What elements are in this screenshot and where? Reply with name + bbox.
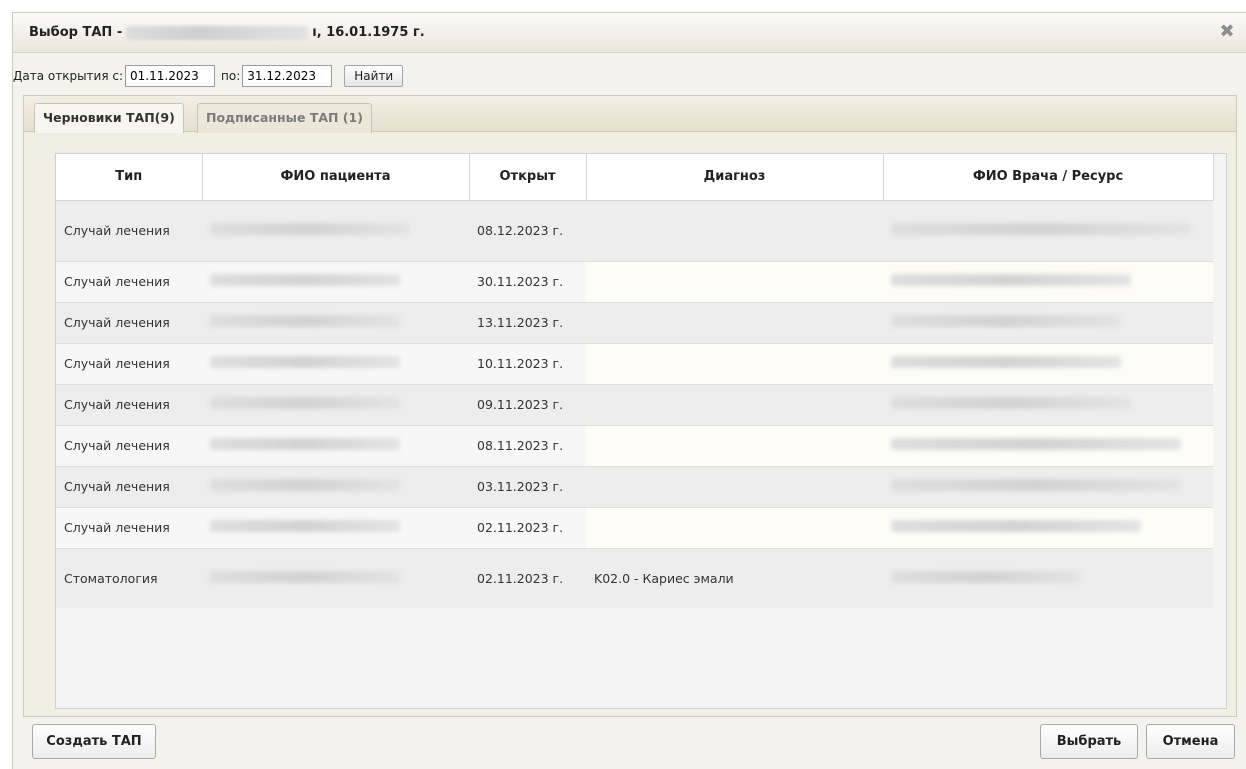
dialog-footer: Создать ТАП Выбрать Отмена [13, 713, 1246, 769]
cell-diagnosis: K02.0 - Кариес эмали [586, 547, 883, 608]
cell-patient-redacted [202, 547, 469, 608]
cell-opened: 08.12.2023 г. [469, 199, 586, 261]
table-row[interactable]: Случай лечения 30.11.2023 г. [56, 260, 1213, 302]
table-row[interactable]: Случай лечения 02.11.2023 г. [56, 506, 1213, 548]
cell-doctor-redacted [883, 301, 1213, 343]
cell-diagnosis [586, 199, 883, 261]
cell-patient-redacted [202, 424, 469, 466]
date-from-label: Дата открытия с: [13, 69, 124, 83]
cell-opened: 02.11.2023 г. [469, 547, 586, 608]
select-button[interactable]: Выбрать [1040, 724, 1138, 759]
cell-type: Случай лечения [56, 465, 202, 507]
table-row[interactable]: Случай лечения 09.11.2023 г. [56, 383, 1213, 425]
tab-drafts[interactable]: Черновики ТАП(9) [34, 103, 184, 133]
dialog-title: Выбор ТАП - ı, 16.01.1975 г. [29, 25, 425, 40]
close-icon[interactable]: ✖ [1218, 23, 1236, 41]
cell-doctor-redacted [883, 465, 1213, 507]
cell-doctor-redacted [883, 506, 1213, 548]
table-header-row: Тип ФИО пациента Открыт Диагноз ФИО Врач… [56, 154, 1214, 201]
table-row[interactable]: Случай лечения 10.11.2023 г. [56, 342, 1213, 384]
cell-opened: 30.11.2023 г. [469, 260, 586, 302]
table-row[interactable]: Случай лечения 03.11.2023 г. [56, 465, 1213, 507]
cell-diagnosis [586, 424, 883, 466]
table-row[interactable]: Стоматология 02.11.2023 г. K02.0 - Карие… [56, 547, 1213, 608]
cell-type: Случай лечения [56, 506, 202, 548]
dialog-title-bar: Выбор ТАП - ı, 16.01.1975 г. ✖ [13, 13, 1246, 53]
tab-strip: Черновики ТАП(9) Подписанные ТАП (1) [24, 96, 1236, 133]
date-filter-row: Дата открытия с: по: Найти [13, 64, 404, 88]
date-to-label: по: [221, 69, 241, 83]
cell-patient-redacted [202, 301, 469, 343]
cell-opened: 03.11.2023 г. [469, 465, 586, 507]
cell-patient-redacted [202, 465, 469, 507]
cell-opened: 10.11.2023 г. [469, 342, 586, 384]
redacted-patient-name [126, 25, 309, 40]
cell-doctor-redacted [883, 424, 1213, 466]
cell-diagnosis [586, 301, 883, 343]
column-header-doctor[interactable]: ФИО Врача / Ресурс [883, 154, 1214, 201]
cell-patient-redacted [202, 383, 469, 425]
cell-diagnosis [586, 383, 883, 425]
tab-panel: Черновики ТАП(9) Подписанные ТАП (1) Тип… [23, 95, 1237, 717]
table-row[interactable]: Случай лечения 08.11.2023 г. [56, 424, 1213, 466]
cell-diagnosis [586, 465, 883, 507]
cell-doctor-redacted [883, 199, 1213, 261]
table-row[interactable]: Случай лечения 13.11.2023 г. [56, 301, 1213, 343]
date-to-input[interactable] [242, 65, 333, 87]
cell-diagnosis [586, 506, 883, 548]
cell-patient-redacted [202, 260, 469, 302]
cell-doctor-redacted [883, 383, 1213, 425]
column-header-diagnosis[interactable]: Диагноз [586, 154, 884, 201]
cell-type: Стоматология [56, 547, 202, 608]
find-button[interactable]: Найти [344, 65, 404, 87]
column-header-type[interactable]: Тип [56, 154, 203, 201]
cell-opened: 08.11.2023 г. [469, 424, 586, 466]
cell-patient-redacted [202, 342, 469, 384]
tap-table: Тип ФИО пациента Открыт Диагноз ФИО Врач… [56, 154, 1214, 608]
date-from-input[interactable] [125, 65, 216, 87]
cell-patient-redacted [202, 199, 469, 261]
cell-type: Случай лечения [56, 260, 202, 302]
tap-grid: Тип ФИО пациента Открыт Диагноз ФИО Врач… [55, 153, 1227, 709]
column-header-patient[interactable]: ФИО пациента [202, 154, 470, 201]
dialog-title-prefix: Выбор ТАП - [29, 25, 123, 40]
cell-patient-redacted [202, 506, 469, 548]
cell-doctor-redacted [883, 260, 1213, 302]
cell-opened: 02.11.2023 г. [469, 506, 586, 548]
cell-opened: 13.11.2023 г. [469, 301, 586, 343]
column-header-opened[interactable]: Открыт [469, 154, 587, 201]
cell-opened: 09.11.2023 г. [469, 383, 586, 425]
cancel-button[interactable]: Отмена [1146, 724, 1235, 759]
cell-doctor-redacted [883, 547, 1213, 608]
cell-type: Случай лечения [56, 342, 202, 384]
cell-doctor-redacted [883, 342, 1213, 384]
dialog-title-suffix: ı, 16.01.1975 г. [312, 25, 425, 40]
cell-diagnosis [586, 260, 883, 302]
cell-type: Случай лечения [56, 383, 202, 425]
table-row[interactable]: Случай лечения 08.12.2023 г. [56, 199, 1213, 261]
cell-type: Случай лечения [56, 301, 202, 343]
cell-type: Случай лечения [56, 199, 202, 261]
tap-selection-dialog: Выбор ТАП - ı, 16.01.1975 г. ✖ Дата откр… [12, 12, 1246, 769]
cell-type: Случай лечения [56, 424, 202, 466]
tab-signed[interactable]: Подписанные ТАП (1) [197, 103, 372, 133]
cell-diagnosis [586, 342, 883, 384]
create-tap-button[interactable]: Создать ТАП [32, 724, 156, 759]
